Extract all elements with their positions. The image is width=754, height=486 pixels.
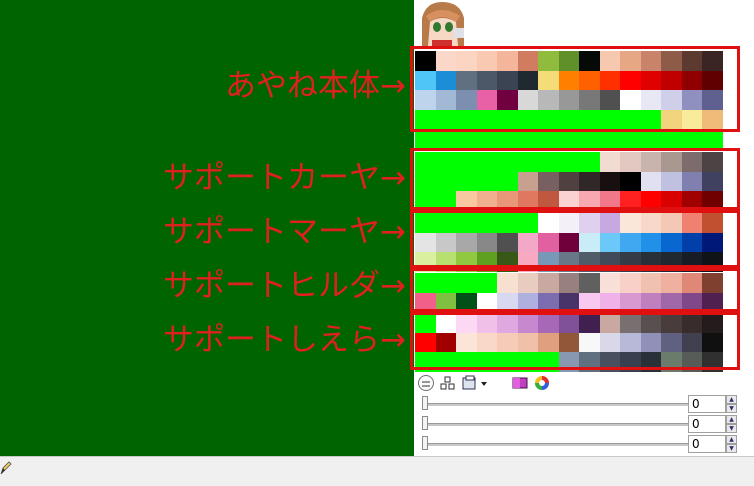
slider-value-field[interactable]: 0 bbox=[688, 395, 726, 413]
slider-value-field[interactable]: 0 bbox=[688, 415, 726, 433]
grid-layout-icon[interactable] bbox=[440, 375, 456, 391]
spinner[interactable]: ▲ ▼ bbox=[726, 415, 737, 433]
status-bar bbox=[0, 456, 754, 486]
palette-toolbar bbox=[414, 373, 754, 393]
gradient-palette-icon[interactable] bbox=[512, 375, 528, 391]
annotation-label: サポートヒルダ→ bbox=[163, 268, 406, 304]
annotation-frame-hilda bbox=[410, 268, 740, 312]
annotation-label: サポートしえら→ bbox=[163, 322, 406, 358]
pencil-icon bbox=[0, 460, 12, 476]
color-wheel-icon[interactable] bbox=[534, 375, 550, 391]
collapse-toggle-icon[interactable] bbox=[418, 375, 434, 391]
annotation-frame-ayane bbox=[410, 46, 740, 132]
slider-thumb[interactable] bbox=[422, 436, 428, 450]
slider-row-2: 0 ▲ ▼ bbox=[414, 414, 754, 434]
spinner[interactable]: ▲ ▼ bbox=[726, 395, 737, 413]
spin-up-button[interactable]: ▲ bbox=[726, 415, 737, 424]
spinner[interactable]: ▲ ▼ bbox=[726, 435, 737, 453]
annotation-label: サポートカーヤ→ bbox=[163, 160, 406, 196]
slider-track[interactable] bbox=[424, 423, 694, 426]
slider-row-1: 0 ▲ ▼ bbox=[414, 394, 754, 414]
palette-options-dropdown-icon[interactable] bbox=[462, 375, 490, 391]
spin-down-button[interactable]: ▼ bbox=[726, 444, 737, 453]
annotation-frame-shiera bbox=[410, 312, 740, 370]
spin-down-button[interactable]: ▼ bbox=[726, 424, 737, 433]
slider-thumb[interactable] bbox=[422, 416, 428, 430]
spin-up-button[interactable]: ▲ bbox=[726, 435, 737, 444]
spin-up-button[interactable]: ▲ bbox=[726, 395, 737, 404]
annotation-frame-kaya bbox=[410, 148, 740, 210]
slider-thumb[interactable] bbox=[422, 396, 428, 410]
spin-down-button[interactable]: ▼ bbox=[726, 404, 737, 413]
character-portrait bbox=[418, 0, 466, 46]
slider-track[interactable] bbox=[424, 443, 694, 446]
annotation-label: あやね本体→ bbox=[225, 68, 406, 104]
slider-row-3: 0 ▲ ▼ bbox=[414, 434, 754, 454]
slider-track[interactable] bbox=[424, 403, 694, 406]
annotation-label: サポートマーヤ→ bbox=[163, 214, 406, 250]
slider-value-field[interactable]: 0 bbox=[688, 435, 726, 453]
annotation-frame-maya bbox=[410, 210, 740, 268]
